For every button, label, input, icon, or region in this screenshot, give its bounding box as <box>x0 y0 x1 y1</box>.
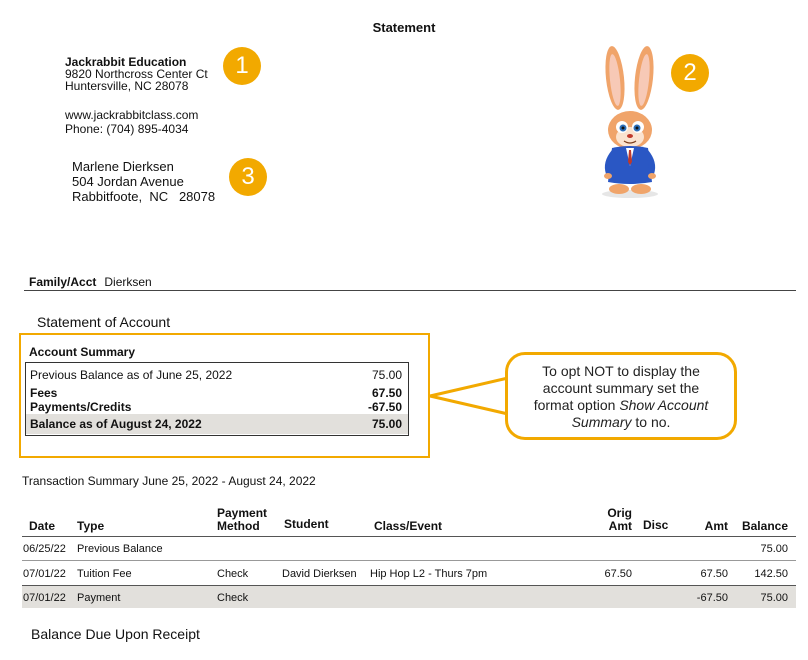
callout-option-name: Show Account <box>619 397 709 413</box>
company-block: Jackrabbit Education 9820 Northcross Cen… <box>65 56 208 135</box>
cell-date: 06/25/22 <box>23 543 66 555</box>
col-header-text: Amt <box>608 519 632 533</box>
recipient-name: Marlene Dierksen <box>72 159 174 174</box>
col-header-balance: Balance <box>741 519 788 533</box>
rabbit-mascot-icon <box>602 46 658 198</box>
recipient-address: Marlene Dierksen 504 Jordan Avenue Rabbi… <box>72 159 215 204</box>
callout-text: format option <box>533 397 620 413</box>
cell-method: Check <box>217 568 249 580</box>
family-account: Family/Acct Dierksen <box>29 275 152 289</box>
cell-date: 07/01/22 <box>23 592 66 604</box>
recipient-city: Rabbitfoote, NC 28078 <box>72 189 216 204</box>
summary-label: Balance as of August 24, 2022 <box>30 417 202 431</box>
statement-of-account-heading: Statement of Account <box>37 314 171 330</box>
transaction-summary-title: Transaction Summary June 25, 2022 - Augu… <box>22 474 316 488</box>
col-header-text: Method <box>217 519 260 533</box>
col-header-student: Student <box>284 517 329 531</box>
cell-type: Tuition Fee <box>77 568 132 580</box>
header-rule <box>22 536 796 537</box>
summary-label: Previous Balance as of June 25, 2022 <box>30 368 233 382</box>
summary-row-fees: Fees 67.50 <box>26 386 408 400</box>
company-phone: Phone: (704) 895-4034 <box>65 122 189 136</box>
summary-row-payments: Payments/Credits -67.50 <box>26 400 408 414</box>
company-website: www.jackrabbitclass.com <box>65 108 199 122</box>
row-rule <box>22 560 796 561</box>
badge-2: 2 <box>671 54 709 92</box>
summary-row-previous-balance: Previous Balance as of June 25, 2022 75.… <box>26 368 408 382</box>
cell-class-event: Hip Hop L2 - Thurs 7pm <box>370 568 488 580</box>
cell-amt: -67.50 <box>696 592 728 604</box>
cell-type: Previous Balance <box>77 543 163 555</box>
company-address-line2: Huntersville, NC 28078 <box>65 79 189 93</box>
col-header-class-event: Class/Event <box>374 519 443 533</box>
account-summary-box: Previous Balance as of June 25, 2022 75.… <box>25 362 409 436</box>
col-header-amt: Amt <box>704 519 728 533</box>
family-label: Family/Acct <box>29 275 97 289</box>
col-header-orig-amt: Orig Amt <box>598 507 632 533</box>
summary-value: 75.00 <box>371 417 402 431</box>
account-summary-heading: Account Summary <box>29 345 136 359</box>
col-header-type: Type <box>77 519 105 533</box>
callout-note: To opt NOT to display the account summar… <box>505 352 737 440</box>
table-row-shaded <box>22 586 796 608</box>
family-value: Dierksen <box>104 275 152 289</box>
cell-balance: 75.00 <box>760 543 788 555</box>
recipient-street: 504 Jordan Avenue <box>72 174 184 189</box>
cell-type: Payment <box>77 592 121 604</box>
callout-line2: account summary set the <box>542 380 700 396</box>
cell-method: Check <box>217 592 249 604</box>
summary-value: -67.50 <box>367 400 402 414</box>
badge-3: 3 <box>229 158 267 196</box>
col-header-payment-method: Payment Method <box>217 507 267 533</box>
cell-balance: 142.50 <box>754 568 788 580</box>
callout-pointer <box>428 376 510 416</box>
cell-balance: 75.00 <box>760 592 788 604</box>
callout-line1: To opt NOT to display the <box>542 363 700 379</box>
badge-1: 1 <box>223 47 261 85</box>
cell-amt: 67.50 <box>700 568 728 580</box>
cell-student: David Dierksen <box>282 568 357 580</box>
col-header-date: Date <box>29 519 56 533</box>
callout-option-name: Summary <box>571 414 632 430</box>
callout-text: to no. <box>631 414 671 430</box>
summary-value: 75.00 <box>371 368 402 382</box>
statement-title: Statement <box>372 20 436 35</box>
callout-line3: format option Show Account <box>520 397 722 414</box>
cell-date: 07/01/22 <box>23 568 66 580</box>
callout-line4: Summary to no. <box>520 414 722 431</box>
summary-row-balance: Balance as of August 24, 2022 75.00 <box>26 414 408 434</box>
summary-value: 67.50 <box>371 386 402 400</box>
summary-label: Fees <box>30 386 58 400</box>
summary-label: Payments/Credits <box>30 400 132 414</box>
footer-note: Balance Due Upon Receipt <box>31 626 200 642</box>
divider <box>24 290 796 291</box>
cell-orig-amt: 67.50 <box>604 568 632 580</box>
col-header-disc: Disc <box>643 518 669 532</box>
